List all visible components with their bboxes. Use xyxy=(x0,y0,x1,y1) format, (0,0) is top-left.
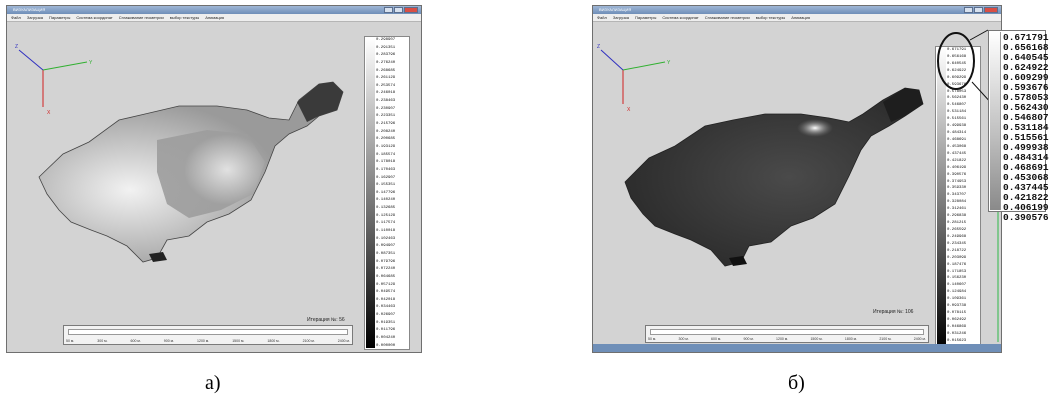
zoom-scale-value: 0.390576 xyxy=(1003,212,1049,223)
caption-b: б) xyxy=(788,372,805,394)
callout-ellipse xyxy=(937,32,975,90)
zoom-gradient xyxy=(990,32,1001,210)
magnified-color-scale: 0.671791 0.656168 0.640545 0.624922 0.609299… xyxy=(988,30,1049,223)
caption-a: а) xyxy=(205,372,221,394)
callout-overlay xyxy=(937,29,1025,140)
callout-line-top xyxy=(969,29,989,41)
zoom-labels: 0.671791 0.656168 0.640545 0.624922 0.609299… xyxy=(1003,33,1049,223)
